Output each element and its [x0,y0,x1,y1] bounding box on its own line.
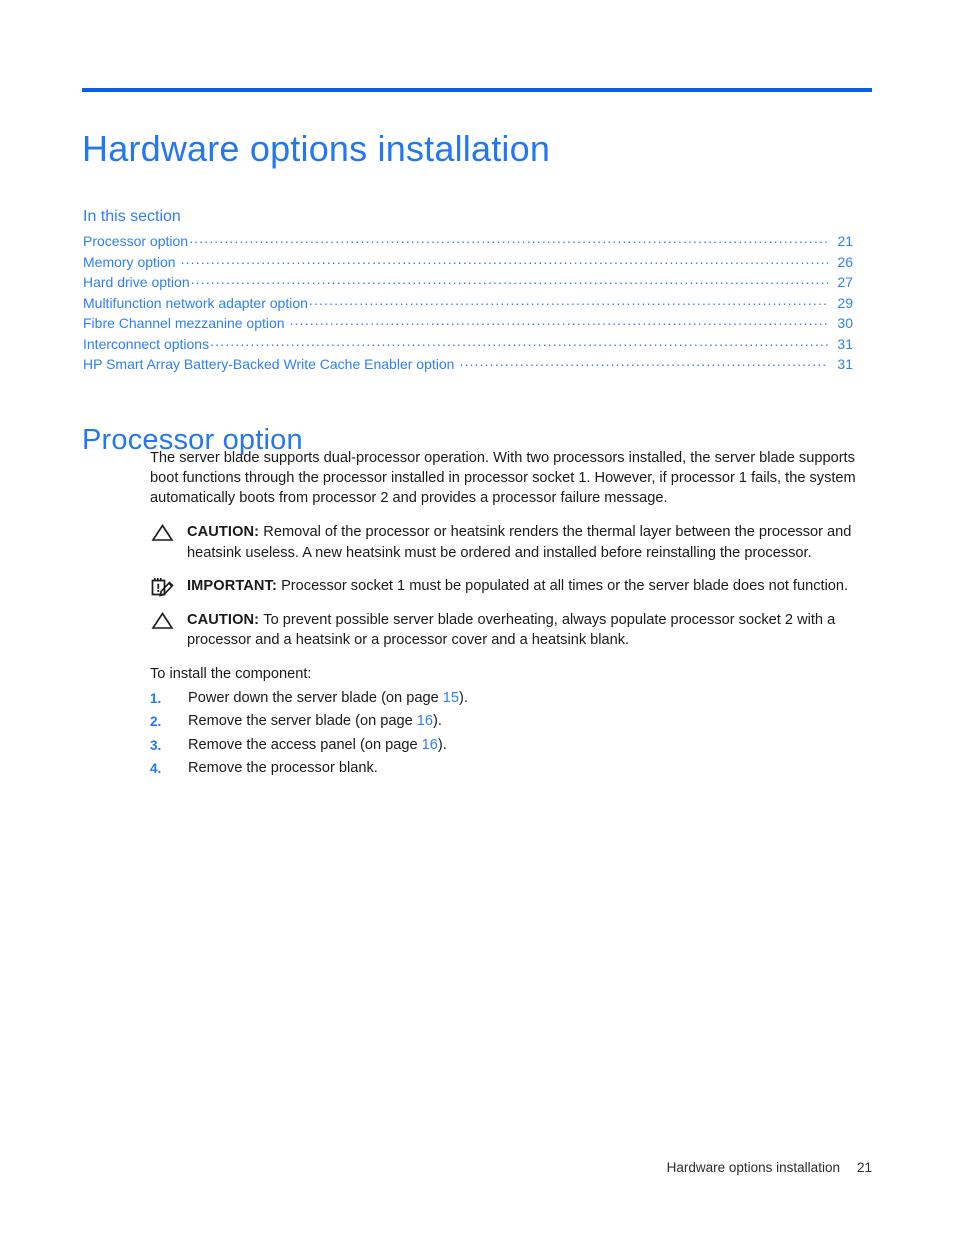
important-note-icon [150,577,178,597]
page-xref-link[interactable]: 16 [422,737,438,753]
warning-triangle-icon [150,611,178,631]
toc-entry-label: Fibre Channel mezzanine option [83,315,285,331]
toc-entry-label: Hard drive option [83,274,190,290]
step-text: Remove the processor blank. [188,760,378,777]
install-steps-list: 1. Power down the server blade (on page 1… [150,687,876,781]
notice-title: CAUTION: [187,524,260,541]
step-text-tail: ). [437,736,447,753]
toc-entry-label: Memory option [83,253,176,270]
step-number: 2. [150,714,162,730]
toc-leader-dots [191,273,828,287]
toc-entry-page: 29 [837,294,853,311]
page-footer: Hardware options installation 21 [82,1159,872,1177]
list-item: 4. Remove the processor blank. [150,757,876,781]
list-item: 1. Power down the server blade (on page 1… [150,687,876,711]
step-text: Power down the server blade (on page [188,689,443,706]
step-text-tail: ). [458,689,468,706]
step-text: Remove the access panel (on page [188,736,422,753]
toc-entry-page: 26 [837,253,853,270]
notice-text: Removal of the processor or heatsink ren… [187,524,852,561]
toc-leader-dots [309,294,828,308]
notice-title: IMPORTANT: [187,578,277,595]
toc-leader-dots [210,335,828,349]
toc-entry-page: 30 [837,315,853,331]
toc-entry-label: Processor option [83,233,189,249]
header-rule [82,88,872,92]
toc-leader-dots [189,232,828,246]
notice-text: Processor socket 1 must be populated at … [281,578,849,595]
step-number: 4. [150,761,162,777]
page-xref-link[interactable]: 15 [443,690,459,706]
toc-leader-dots [459,355,828,369]
page-xref-link[interactable]: 16 [417,713,433,729]
step-text-tail: ). [433,713,442,730]
toc-entry[interactable]: Fibre Channel mezzanine option 30 [83,313,853,334]
step-number: 1. [150,690,162,706]
toc-entry-page: 27 [837,274,853,290]
footer-title: Hardware options installation [666,1160,840,1175]
step-number: 3. [150,737,162,753]
list-item: 2. Remove the server blade (on page 16). [150,710,876,734]
toc-entry-page: 21 [837,233,853,249]
toc-leader-dots [290,314,828,328]
toc-leader-dots [181,253,828,267]
notice-title: CAUTION: [187,611,260,628]
notice-text: To prevent possible server blade overhea… [187,611,836,649]
toc-entry[interactable]: HP Smart Array Battery-Backed Write Cach… [83,354,853,375]
important-notice: IMPORTANT: Processor socket 1 must be pop… [150,576,876,597]
list-item: 3. Remove the access panel (on page 16). [150,734,876,758]
toc-entry[interactable]: Memory option 26 [83,252,853,273]
toc-entry[interactable]: Interconnect options 31 [83,334,853,355]
footer-page-number: 21 [856,1160,872,1175]
step-text: Remove the server blade (on page [188,713,417,730]
toc-entry-label: Interconnect options [83,335,210,352]
toc-entry[interactable]: Processor option 21 [83,231,853,252]
document-page: Hardware options installation In this se… [0,0,954,1235]
intro-paragraph: The server blade supports dual-processor… [150,450,856,506]
toc-entry[interactable]: Multifunction network adapter option 29 [83,293,853,314]
caution-notice: CAUTION: Removal of the processor or heat… [150,522,876,563]
in-this-section-label: In this section [83,208,181,225]
warning-triangle-icon [150,523,178,543]
toc-entry-page: 31 [837,356,853,372]
toc-entry-label: Multifunction network adapter option [83,294,308,311]
page-title: Hardware options installation [82,128,551,170]
toc-entry[interactable]: Hard drive option 27 [83,272,853,293]
steps-lead-in: To install the component: [150,665,312,682]
table-of-contents: Processor option 21 Memory option 26 Har… [83,231,853,375]
section-body: The server blade supports dual-processor… [150,449,876,781]
toc-entry-label: HP Smart Array Battery-Backed Write Cach… [83,356,455,372]
caution-notice: CAUTION: To prevent possible server blade… [150,610,876,651]
toc-entry-page: 31 [837,335,853,352]
